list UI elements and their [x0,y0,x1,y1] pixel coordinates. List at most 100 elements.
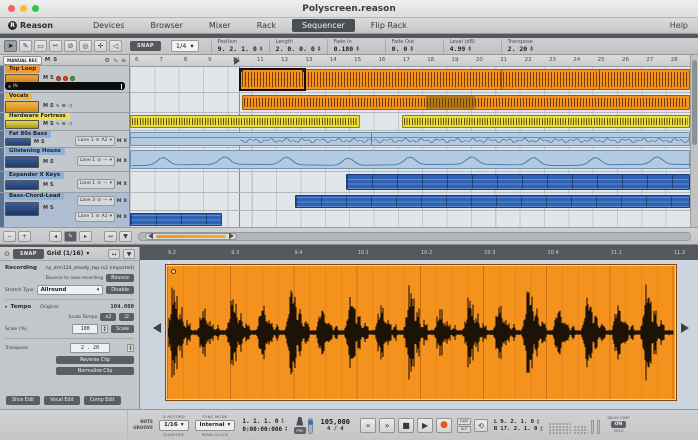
audio-clip-glistening[interactable] [130,150,690,169]
stepper-icon[interactable]: ▲▼ [318,46,321,52]
normalize-clip-button[interactable]: Normalize Clip [56,367,134,375]
fade-in-field[interactable]: Fade In 0.180▲▼ [327,39,385,54]
track-name[interactable]: Expander X Keys [5,172,64,179]
track-expander-x-keys[interactable]: Expander X Keys M S Lane 1 ⊙ — ▾ MX [0,172,129,193]
device-thumbnail[interactable] [5,202,39,216]
record-arm-icon[interactable]: ⊙ [96,213,100,221]
solo-button[interactable]: S [50,121,54,127]
zoom-handle-left-icon[interactable] [148,233,153,239]
pre-count-button[interactable]: PRE [294,427,305,434]
fit-horizontal-icon[interactable]: ↔ [104,231,117,242]
stepper-icon[interactable]: ▲▼ [530,46,533,52]
record-button[interactable]: ● [436,418,452,433]
click-level-slider[interactable] [308,418,313,434]
play-button[interactable]: ▶ [417,418,433,433]
record-arm-icon[interactable]: ⊙ [97,180,101,188]
midi-clip-bass-chord-2[interactable] [130,213,222,226]
automation-icon[interactable]: ∿ [113,57,118,64]
loop-button[interactable]: ⟲ [474,419,488,432]
tab-browser[interactable]: Browser [140,19,192,32]
lane-routing-select[interactable]: Lane 1 ⊙ A2 ▾ [75,136,115,146]
pointer-tool-icon[interactable]: ➤ [4,40,17,52]
time-signature[interactable]: 4 / 4 [321,426,351,432]
stepper-icon[interactable]: ▲▼ [356,46,359,52]
mute-tool-icon[interactable]: ⊘ [64,40,77,52]
mute-button[interactable]: M [43,159,48,165]
fade-out-handle[interactable] [302,69,305,72]
pencil-mode-icon[interactable]: ✎ [64,231,77,242]
device-thumbnail[interactable] [5,138,31,146]
lane-mute-button[interactable]: M [117,199,122,204]
lane-bass-chord-lead-1[interactable] [130,211,690,227]
zoom-out-icon[interactable]: − [3,231,16,242]
lane-mute-button[interactable]: M [117,215,122,220]
tab-vocal-edit[interactable]: Vocal Edit [44,396,80,405]
scroll-left-icon[interactable]: ◂ [49,231,62,242]
clip-anchor-icon[interactable] [171,269,176,274]
tempo-value[interactable]: 105,000 [321,418,351,426]
tab-rack[interactable]: Rack [247,19,286,32]
transpose-input[interactable]: 2 . 20 [70,343,110,353]
eraser-tool-icon[interactable]: ▭ [34,40,47,52]
audio-clip-vocals[interactable] [242,95,690,110]
tab-slice-edit[interactable]: Slice Edit [6,396,40,405]
master-mute-button[interactable]: M [45,57,50,63]
snap-grid-select[interactable]: 1/4▾ [171,40,199,52]
clip-right-handle[interactable] [681,323,689,333]
left-locator-value[interactable]: 9. 2. 1. 0 [500,419,534,425]
monitor-on-icon[interactable] [70,76,75,81]
zoom-window-icon[interactable] [32,5,39,12]
marker-icon[interactable]: ▼ [123,249,135,259]
mute-button[interactable]: M [34,139,39,145]
zoom-in-icon[interactable]: + [18,231,31,242]
razor-tool-icon[interactable]: ✂ [49,40,62,52]
track-name[interactable]: Fat 80s Bass [5,131,51,138]
quantize-grid-select[interactable]: 1/16▾ [159,420,189,431]
lane-mute-button[interactable]: M [117,159,122,164]
lane-fat-80s-bass[interactable] [130,131,690,148]
track-vocals[interactable]: Vocals M S ∿ ⊙ ◁ [0,93,129,113]
horizontal-scrollbar[interactable] [138,232,691,241]
horizontal-scrollbar-thumb[interactable] [145,233,237,240]
lane-hardware-fortress[interactable] [130,113,690,131]
track-name[interactable]: Vocals [5,93,32,100]
device-thumbnail[interactable] [5,156,39,168]
metronome-icon[interactable] [296,417,303,426]
transpose-field[interactable]: Transpose 2. 20▲▼ [501,39,559,54]
stretch-type-select[interactable]: Allround▾ [37,285,104,295]
quantize-button[interactable]: QUANTIZE [163,432,184,437]
tab-sequencer[interactable]: Sequencer [292,19,355,32]
collapse-icon[interactable]: ▸ [5,304,8,310]
monitor-icon[interactable]: ◁ [68,103,72,109]
solo-button[interactable]: S [50,103,54,109]
lane-delete-button[interactable]: X [123,139,127,144]
record-arm-icon[interactable] [63,76,68,81]
audio-clip-hardware-2[interactable] [402,115,690,128]
fit-width-icon[interactable]: ↔ [108,249,120,259]
monitor-icon[interactable]: ◁ [68,121,72,127]
midi-clip-expander[interactable] [346,174,690,190]
lane-delete-button[interactable]: X [123,182,127,187]
manual-rec-button[interactable]: MANUAL REC [3,56,42,65]
lane-delete-button[interactable]: X [123,199,127,204]
track-name[interactable]: Glistening House [5,148,65,155]
lane-mute-button[interactable]: M [117,182,122,187]
gear-icon[interactable]: ⚙ [105,57,110,64]
lane-routing-select[interactable]: Lane 1 ⊙ A1 ▾ [75,212,115,222]
record-arm-icon[interactable]: ⊙ [62,121,66,127]
tab-devices[interactable]: Devices [83,19,135,32]
track-fat-80s-bass[interactable]: Fat 80s Bass M S Lane 1 ⊙ A2 ▾ MX [0,131,129,148]
track-menu-icon[interactable]: ≡ [121,57,126,64]
stepper-icon[interactable]: ▲▼ [410,46,413,52]
audio-clip-hardware-1[interactable] [130,115,360,128]
mute-button[interactable]: M [43,205,48,211]
level-field[interactable]: Level (dB) 4.99▲▼ [443,39,501,54]
device-thumbnail[interactable] [5,180,39,190]
arrangement-area[interactable]: 6789101112131415161718192021222324252627… [130,55,690,227]
fade-out-field[interactable]: Fade Out 0. 0▲▼ [385,39,443,54]
track-name[interactable]: Bass-Chord-Lead [5,193,64,200]
track-glistening-house[interactable]: Glistening House M S Lane 1 ⊙ — ▾ MX [0,148,129,172]
close-window-icon[interactable] [8,5,15,12]
fade-in-handle[interactable] [240,69,243,72]
master-solo-button[interactable]: S [53,57,57,63]
